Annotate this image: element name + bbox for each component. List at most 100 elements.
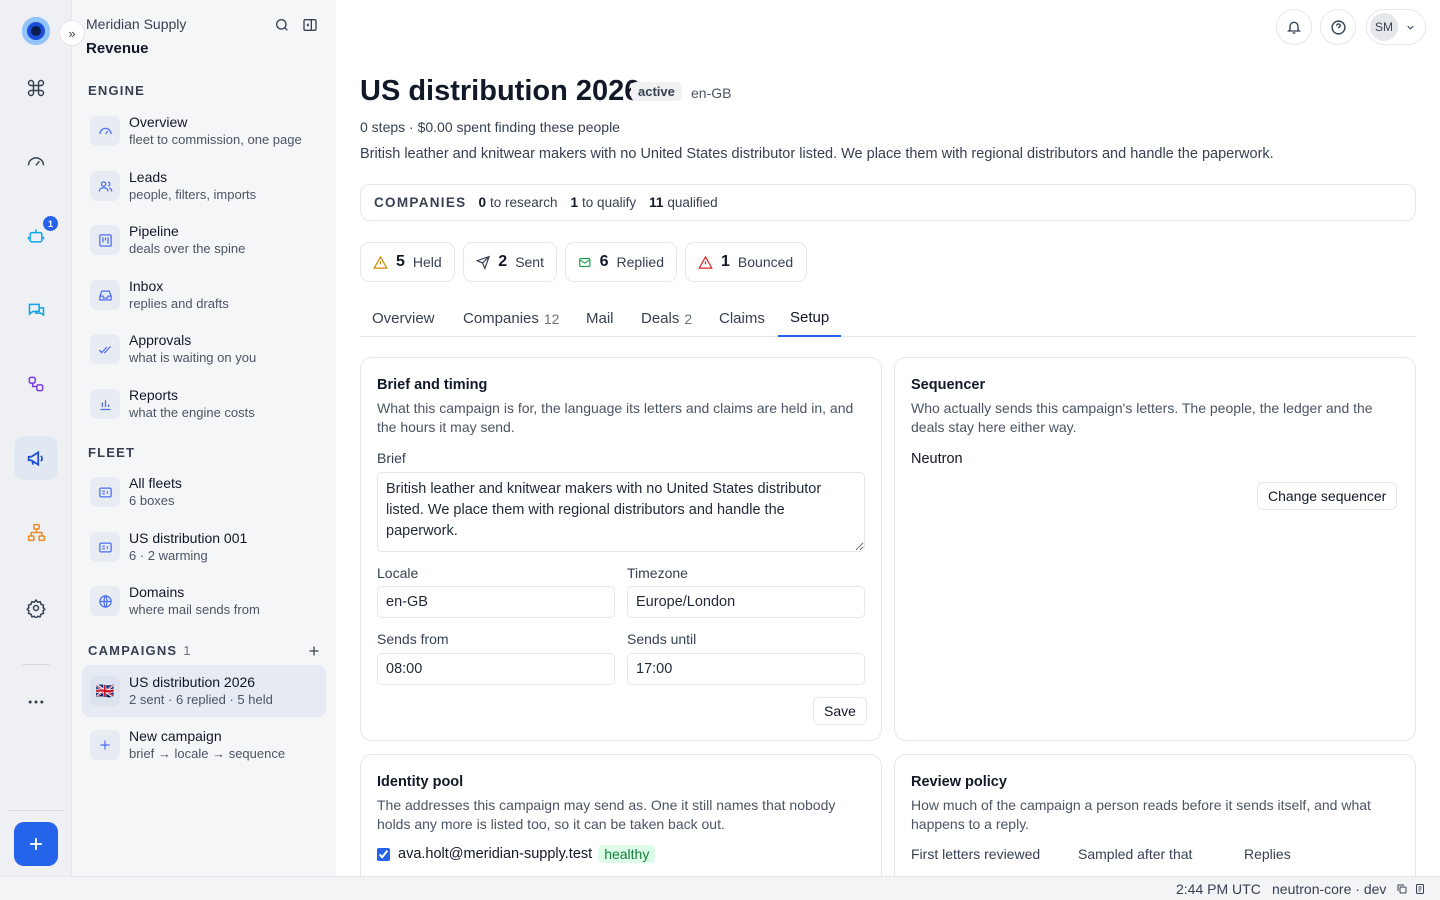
- help-button[interactable]: [1320, 9, 1356, 45]
- search-button[interactable]: [271, 14, 293, 36]
- card-description: What this campaign is for, the language …: [377, 400, 854, 435]
- save-button[interactable]: Save: [813, 697, 867, 725]
- sends-until-input[interactable]: [627, 653, 865, 685]
- inbox-icon: [90, 280, 120, 310]
- document-icon[interactable]: [1414, 883, 1426, 895]
- label: to research: [489, 195, 558, 210]
- tab-claims[interactable]: Claims: [707, 300, 777, 337]
- stat-label: Bounced: [737, 254, 794, 270]
- section-engine-title: ENGINE: [88, 83, 146, 98]
- megaphone-icon[interactable]: [14, 436, 58, 480]
- companies-summary: COMPANIES 0 to research 1 to qualify 11 qua…: [360, 184, 1416, 221]
- tab-setup[interactable]: Setup: [778, 300, 841, 337]
- label: to qualify: [582, 195, 637, 210]
- stat-held[interactable]: 5 Held: [360, 242, 455, 282]
- count: 1: [570, 195, 579, 210]
- tab-mail[interactable]: Mail: [574, 300, 626, 337]
- robot-icon[interactable]: 1: [14, 214, 58, 258]
- identity-checkbox[interactable]: [377, 847, 390, 861]
- notifications-button[interactable]: [1276, 9, 1312, 45]
- change-sequencer-button[interactable]: Change sequencer: [1257, 482, 1398, 510]
- sequencer-card: Sequencer Who actually sends this campai…: [894, 357, 1416, 741]
- rail-badge: 1: [43, 216, 58, 231]
- account-menu-button[interactable]: SM: [1366, 9, 1426, 45]
- create-button[interactable]: [14, 822, 58, 866]
- collapse-sidebar-button[interactable]: [299, 14, 321, 36]
- stat-bounced[interactable]: 1 Bounced: [685, 242, 807, 282]
- tab-companies[interactable]: Companies 12: [451, 300, 571, 337]
- stat-replied[interactable]: 6 Replied: [565, 242, 677, 282]
- stat-label: Sent: [515, 254, 544, 270]
- sidebar-item-approvals[interactable]: Approvals what is waiting on you: [82, 323, 326, 375]
- timezone-input[interactable]: [627, 586, 865, 618]
- uk-flag-icon: 🇬🇧: [90, 676, 120, 706]
- sidebar-item-overview[interactable]: Overview fleet to commission, one page: [82, 105, 326, 157]
- nav-label: Approvals: [129, 332, 192, 348]
- stat-label: Held: [412, 254, 442, 270]
- nav-sub: brief → locale → sequence: [129, 746, 286, 761]
- tab-label: Deals: [641, 310, 680, 327]
- tab-count: 2: [684, 310, 693, 327]
- section-fleet-title: FLEET: [88, 445, 136, 460]
- tab-deals[interactable]: Deals 2: [629, 300, 704, 337]
- tab-label: Overview: [372, 310, 435, 327]
- app-logo-icon[interactable]: [22, 17, 50, 45]
- server-icon: [90, 477, 120, 507]
- rail-divider: [8, 810, 64, 811]
- chat-icon[interactable]: [14, 288, 58, 332]
- card-description: How much of the campaign a person reads …: [911, 797, 1371, 832]
- companies-to-qualify[interactable]: 1 to qualify: [571, 195, 637, 210]
- brief-timing-card: Brief and timing What this campaign is f…: [360, 357, 882, 741]
- org-chart-icon[interactable]: [14, 510, 58, 554]
- nav-label: New campaign: [129, 728, 222, 744]
- sidebar-item-domains[interactable]: Domains where mail sends from: [82, 575, 326, 627]
- nav-label: US distribution 2026: [129, 674, 256, 690]
- nav-label: Reports: [129, 387, 179, 403]
- brief-textarea[interactable]: British leather and knitwear makers with…: [377, 472, 865, 552]
- more-icon[interactable]: [14, 680, 58, 724]
- gauge-icon[interactable]: [14, 140, 58, 184]
- count: 11: [649, 195, 664, 210]
- sampled-label: Sampled after that: [1078, 846, 1193, 862]
- warning-icon: [698, 255, 713, 269]
- sidebar-item-pipeline[interactable]: Pipeline deals over the spine: [82, 214, 326, 266]
- sidebar-item-new-campaign[interactable]: New campaign brief → locale → sequence: [82, 719, 326, 771]
- sends-from-input[interactable]: [377, 653, 615, 685]
- page-title: US distribution 2026: [360, 75, 641, 107]
- flow-icon[interactable]: [14, 362, 58, 406]
- status-time: 2:44 PM UTC: [1176, 881, 1261, 897]
- sidebar-item-inbox[interactable]: Inbox replies and drafts: [82, 269, 326, 321]
- tab-label: Setup: [790, 309, 830, 326]
- stat-number: 5: [396, 253, 405, 270]
- sidebar-item-us-distribution-2026[interactable]: 🇬🇧 US distribution 2026 2 sent · 6 replie…: [82, 665, 326, 717]
- settings-gear-icon[interactable]: [14, 586, 58, 630]
- campaign-tabs: Overview Companies 12 Mail Deals 2 Claims …: [360, 300, 1416, 337]
- locale-tag: en-GB: [691, 85, 732, 101]
- nav-label: Overview: [129, 114, 188, 130]
- bell-icon: [1287, 21, 1301, 34]
- sidebar-item-all-fleets[interactable]: All fleets 6 boxes: [82, 466, 326, 518]
- sidebar-item-reports[interactable]: Reports what the engine costs: [82, 378, 326, 430]
- nav-sub: replies and drafts: [129, 296, 229, 311]
- stat-sent[interactable]: 2 Sent: [463, 242, 557, 282]
- nav-sub: what is waiting on you: [129, 350, 257, 365]
- add-campaign-button[interactable]: [308, 642, 320, 662]
- plus-icon: [30, 838, 42, 850]
- globe-icon: [90, 586, 120, 616]
- expand-rail-button[interactable]: »: [59, 20, 85, 46]
- nav-label: Inbox: [129, 278, 164, 294]
- companies-to-research[interactable]: 0 to research: [478, 195, 557, 210]
- tab-overview[interactable]: Overview: [360, 300, 447, 337]
- locale-input[interactable]: [377, 586, 615, 618]
- search-icon: [276, 19, 288, 31]
- nav-sub: 6 · 2 warming: [129, 548, 208, 563]
- brief-label: Brief: [377, 450, 406, 466]
- sidebar-item-leads[interactable]: Leads people, filters, imports: [82, 160, 326, 212]
- sidebar-item-us-distribution-001[interactable]: US distribution 001 6 · 2 warming: [82, 521, 326, 573]
- card-title: Review policy: [911, 774, 1007, 790]
- command-icon[interactable]: [14, 66, 58, 110]
- stat-number: 6: [599, 253, 609, 270]
- copy-icon[interactable]: [1396, 883, 1408, 895]
- companies-qualified[interactable]: 11 qualified: [649, 195, 718, 210]
- bar-chart-icon: [90, 389, 120, 419]
